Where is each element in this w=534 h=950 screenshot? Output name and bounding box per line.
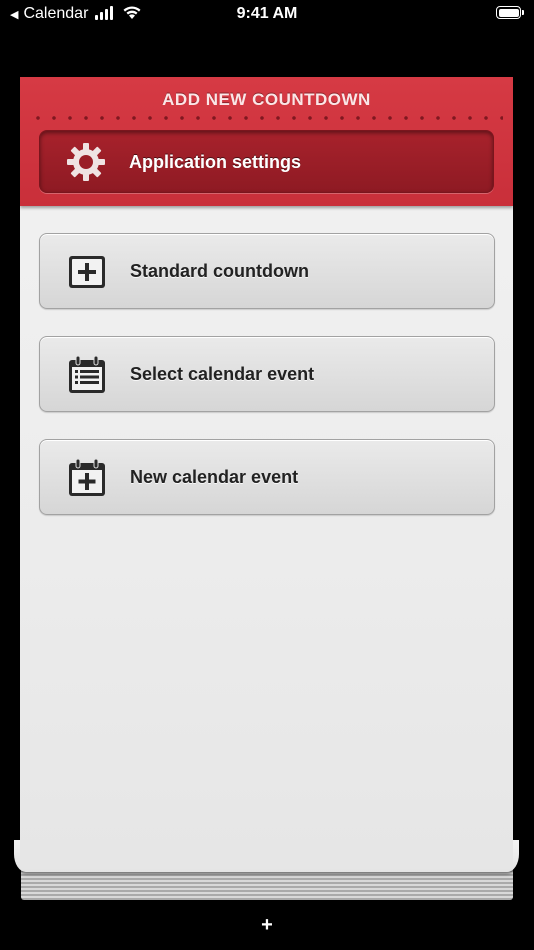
- page-title: ADD NEW COUNTDOWN: [162, 90, 371, 109]
- gear-icon: [67, 143, 105, 181]
- status-time: 9:41 AM: [236, 5, 298, 22]
- calendar-list-icon: [69, 355, 105, 393]
- select-calendar-event-label: Select calendar event: [130, 364, 315, 384]
- standard-countdown-label: Standard countdown: [130, 261, 309, 281]
- battery-icon: [496, 6, 524, 19]
- stitch-divider: [30, 116, 503, 120]
- standard-countdown-button[interactable]: Standard countdown: [39, 233, 495, 309]
- notepad-header: ADD NEW COUNTDOWN Application settings: [20, 77, 513, 206]
- status-bar: ◀ Calendar 9:41 AM: [0, 0, 534, 28]
- add-button[interactable]: +: [258, 915, 276, 935]
- calendar-plus-icon: [69, 458, 105, 496]
- application-settings-label: Application settings: [129, 152, 302, 172]
- new-calendar-event-label: New calendar event: [130, 467, 299, 487]
- application-settings-button[interactable]: Application settings: [39, 130, 494, 193]
- new-calendar-event-button[interactable]: New calendar event: [39, 439, 495, 515]
- select-calendar-event-button[interactable]: Select calendar event: [39, 336, 495, 412]
- plus-box-icon: [69, 256, 105, 288]
